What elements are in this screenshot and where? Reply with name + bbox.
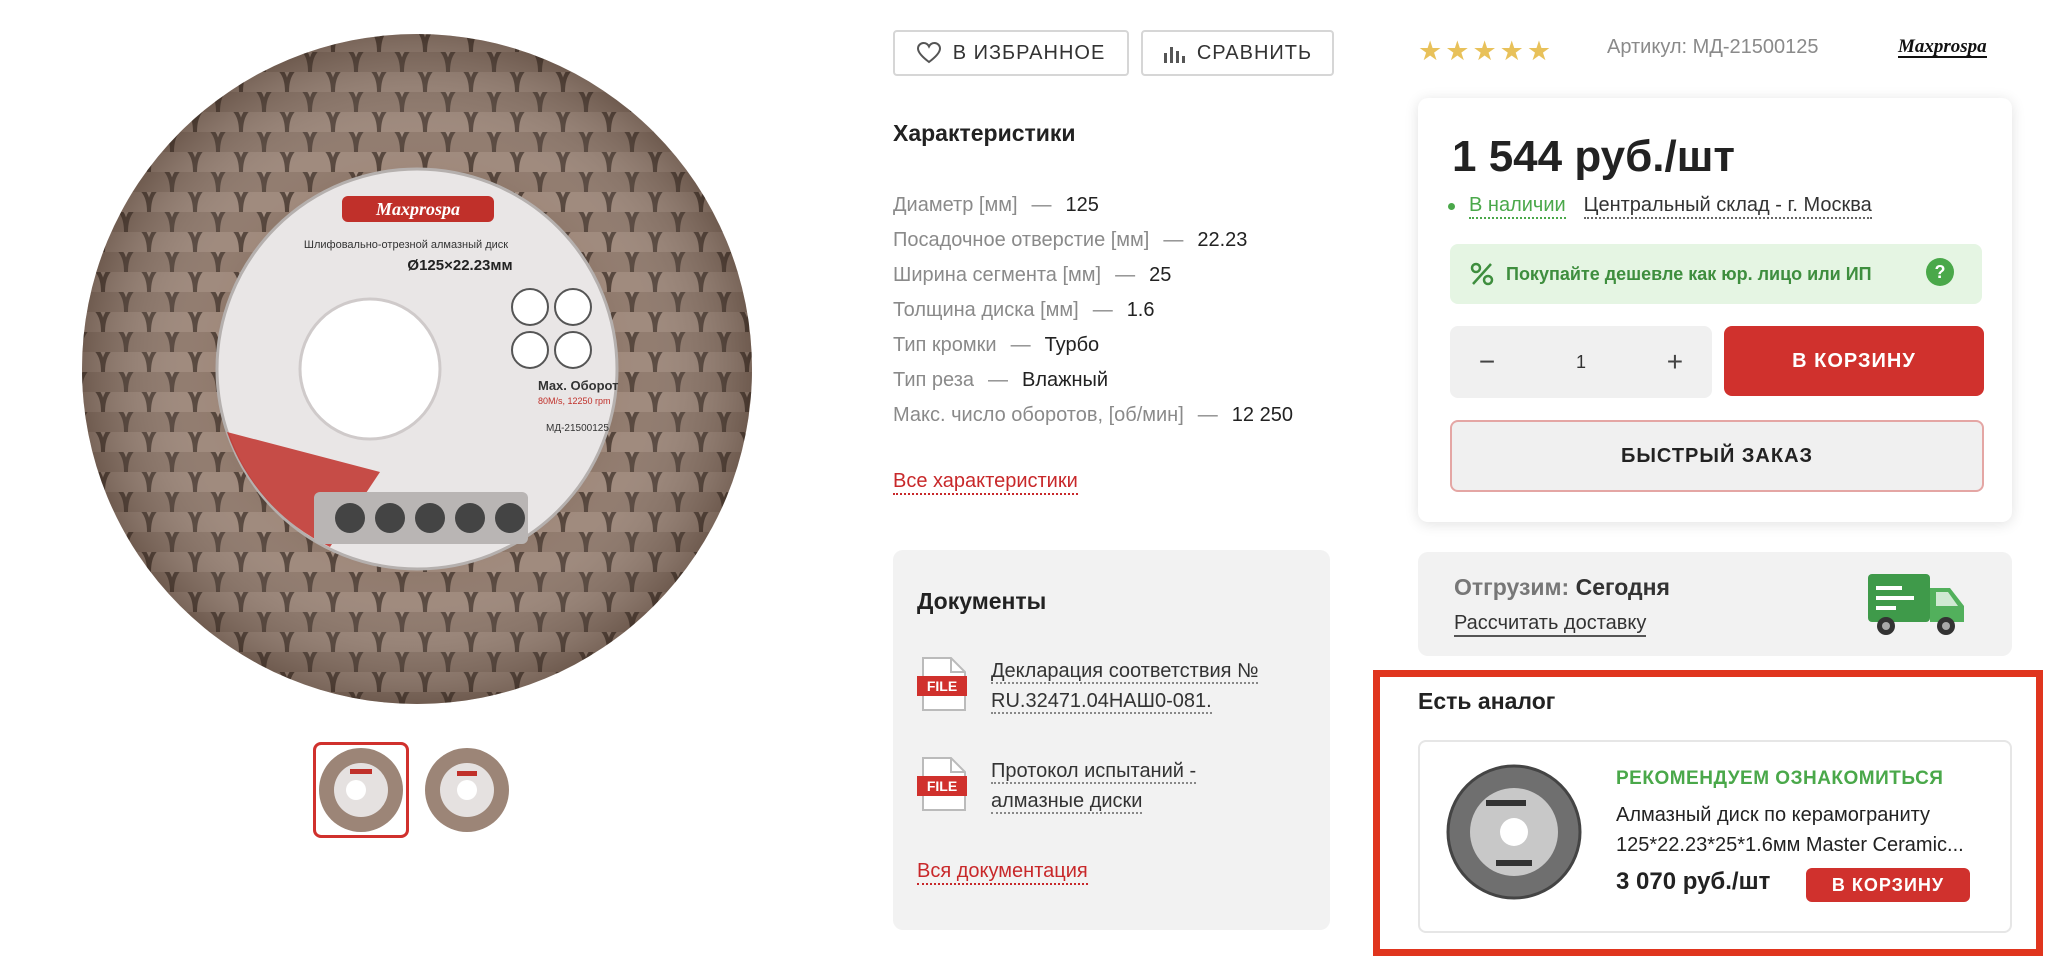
stock-dot-icon (1448, 203, 1455, 210)
shipping-line: Отгрузим: Сегодня (1454, 574, 1670, 601)
document-title-line2: RU.32471.04НАШ0-081. (991, 690, 1212, 714)
shipping-panel: Отгрузим: Сегодня Рассчитать доставку (1418, 552, 2012, 656)
spec-value: 125 (1065, 194, 1099, 216)
spec-dash: — (1115, 264, 1136, 286)
thumbnail-1[interactable] (313, 742, 409, 838)
product-main-image[interactable]: Maxprospa Шлифовально-отрезной алмазный … (80, 32, 755, 707)
document-title-line1: Декларация соответствия № (991, 660, 1259, 684)
percent-icon (1470, 262, 1494, 286)
documents-panel: Документы FILE Декларация соответствия №… (893, 550, 1330, 930)
spec-row-segment-width: Ширина сегмента [мм] — 25 (893, 258, 1293, 293)
article-number: Артикул: МД-21500125 (1607, 36, 1819, 58)
analog-product-card[interactable]: РЕКОМЕНДУЕМ ОЗНАКОМИТЬСЯ Алмазный диск п… (1418, 740, 2012, 933)
add-to-cart-button[interactable]: В КОРЗИНУ (1724, 326, 1984, 396)
specs-title: Характеристики (893, 120, 1076, 146)
all-specs-link[interactable]: Все характеристики (893, 470, 1078, 495)
spec-value: 12 250 (1231, 404, 1293, 426)
spec-dash: — (1197, 404, 1218, 426)
documents-title: Документы (917, 588, 1047, 614)
specs-list: Диаметр [мм] — 125 Посадочное отверстие [м… (893, 188, 1293, 433)
stock-row: В наличии Центральный склад - г. Москва (1448, 194, 1872, 219)
spec-value: 25 (1149, 264, 1172, 286)
file-icon: FILE (917, 757, 967, 811)
file-badge: FILE (927, 678, 957, 694)
quantity-value[interactable]: 1 (1576, 352, 1586, 373)
shipping-label: Отгрузим: (1454, 574, 1570, 600)
file-badge: FILE (927, 778, 957, 794)
star-icon: ★ (1418, 36, 1443, 66)
label-max-rpm-title: Max. Оборот (538, 378, 619, 393)
spec-label: Посадочное отверстие [мм] (893, 229, 1150, 251)
file-icon: FILE (917, 657, 967, 711)
spec-value: 1.6 (1126, 299, 1155, 321)
label-max-rpm-value: 80M/s, 12250 rpm (538, 396, 611, 406)
star-icon: ★ (1445, 36, 1470, 66)
spec-dash: — (1092, 299, 1113, 321)
star-icon: ★ (1526, 36, 1552, 66)
favorites-label: В ИЗБРАННОЕ (952, 41, 1106, 64)
warehouse-link[interactable]: Центральный склад - г. Москва (1583, 194, 1872, 219)
spec-label: Диаметр [мм] (893, 194, 1018, 216)
heart-icon (916, 42, 941, 64)
document-title-line2: алмазные диски (991, 790, 1143, 814)
brand-logo[interactable]: Maxprospa (1898, 37, 1987, 58)
spec-row-bore: Посадочное отверстие [мм] — 22.23 (893, 223, 1293, 258)
analog-add-to-cart-button[interactable]: В КОРЗИНУ (1806, 868, 1970, 902)
delivery-truck-icon (1868, 574, 1964, 635)
compare-label: СРАВНИТЬ (1196, 41, 1313, 64)
spec-label: Тип кромки (893, 334, 997, 356)
spec-value: Влажный (1022, 369, 1109, 391)
business-promo-banner: Покупайте дешевле как юр. лицо или ИП ? (1450, 244, 1982, 304)
spec-label: Макс. число оборотов, [об/мин] (893, 404, 1184, 426)
quick-order-button[interactable]: БЫСТРЫЙ ЗАКАЗ (1450, 420, 1984, 492)
star-icon: ★ (1472, 36, 1497, 66)
spec-dash: — (1163, 229, 1184, 251)
spec-label: Тип реза (893, 369, 974, 391)
star-icon: ★ (1499, 36, 1524, 66)
spec-row-cut-type: Тип реза — Влажный (893, 363, 1293, 398)
product-price: 1 544 руб./шт (1452, 132, 1735, 181)
document-title-line1: Протокол испытаний - (991, 760, 1197, 784)
spec-row-thickness: Толщина диска [мм] — 1.6 (893, 293, 1293, 328)
decrease-quantity-button[interactable]: − (1472, 346, 1502, 378)
label-article: МД-21500125 (546, 423, 609, 434)
compare-button[interactable]: СРАВНИТЬ (1141, 30, 1334, 76)
analog-product-name[interactable]: Алмазный диск по керамограниту 125*22.23*… (1616, 800, 1986, 860)
spec-dash: — (988, 369, 1008, 391)
spec-value: Турбо (1044, 334, 1100, 356)
analog-product-image[interactable] (1446, 764, 1582, 900)
thumbnail-2[interactable] (419, 742, 515, 838)
promo-text: Покупайте дешевле как юр. лицо или ИП (1506, 263, 1872, 284)
analog-name-line1: Алмазный диск по керамограниту (1616, 804, 1930, 826)
spec-row-edge-type: Тип кромки — Турбо (893, 328, 1293, 363)
label-size: Ø125×22.23мм (407, 257, 512, 274)
price-card: 1 544 руб./шт В наличии Центральный скла… (1418, 98, 2012, 522)
thumbnail-strip (313, 742, 515, 838)
spec-label: Ширина сегмента [мм] (893, 264, 1102, 286)
calculate-delivery-link[interactable]: Рассчитать доставку (1454, 612, 1647, 637)
stock-status[interactable]: В наличии (1469, 194, 1566, 219)
analog-title: Есть аналог (1418, 688, 1556, 714)
increase-quantity-button[interactable]: + (1660, 346, 1690, 378)
quantity-stepper: − 1 + (1450, 326, 1712, 398)
spec-value: 22.23 (1197, 229, 1248, 251)
spec-dash: — (1031, 194, 1052, 216)
shipping-value: Сегодня (1575, 574, 1670, 600)
analog-recommend-label: РЕКОМЕНДУЕМ ОЗНАКОМИТЬСЯ (1616, 768, 1944, 789)
label-brand: Maxprospa (375, 199, 460, 219)
document-test-report[interactable]: FILE Протокол испытаний - алмазные диски (917, 756, 1197, 816)
analog-price: 3 070 руб./шт (1616, 868, 1771, 895)
spec-row-diameter: Диаметр [мм] — 125 (893, 188, 1293, 223)
spec-row-max-rpm: Макс. число оборотов, [об/мин] — 12 250 (893, 398, 1293, 433)
bar-chart-icon (1163, 47, 1185, 63)
help-icon[interactable]: ? (1926, 258, 1954, 286)
rating-stars[interactable]: ★ ★ ★ ★ ★ (1418, 36, 1551, 67)
spec-dash: — (1010, 334, 1031, 356)
add-to-favorites-button[interactable]: В ИЗБРАННОЕ (893, 30, 1129, 76)
spec-label: Толщина диска [мм] (893, 299, 1079, 321)
label-title: Шлифовально-отрезной алмазный диск (304, 239, 508, 251)
all-documents-link[interactable]: Вся документация (917, 860, 1088, 885)
analog-name-line2: 125*22.23*25*1.6мм Master Ceramic... (1616, 834, 1964, 856)
document-declaration[interactable]: FILE Декларация соответствия № RU.32471.0… (917, 656, 1259, 716)
